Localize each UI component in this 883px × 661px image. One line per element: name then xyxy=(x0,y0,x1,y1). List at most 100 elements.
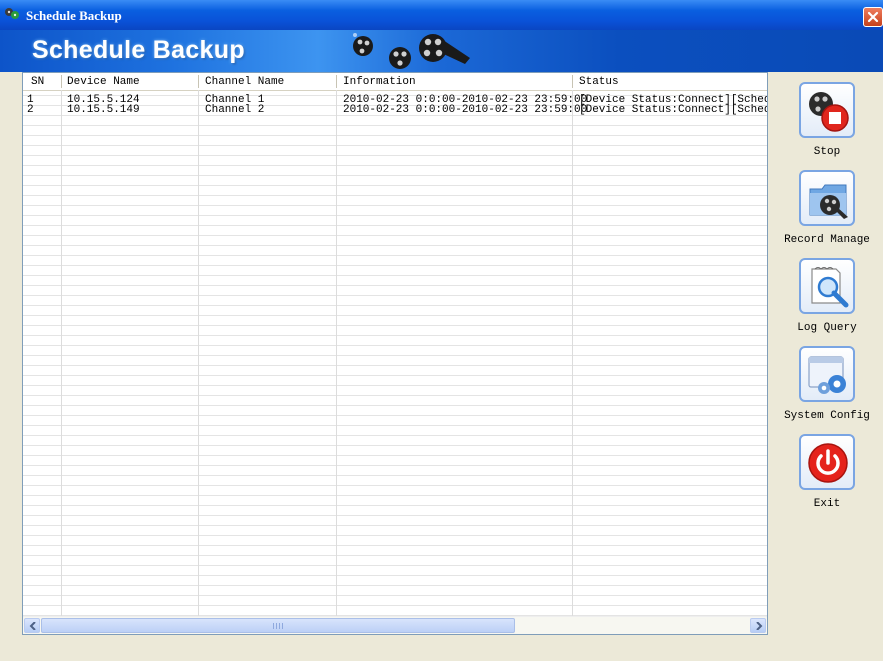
row-gridline xyxy=(23,325,767,326)
row-gridline xyxy=(23,435,767,436)
row-gridline xyxy=(23,215,767,216)
log-query-button[interactable]: Log Query xyxy=(782,258,872,334)
exit-button[interactable]: Exit xyxy=(782,434,872,510)
row-gridline xyxy=(23,445,767,446)
log-query-label: Log Query xyxy=(797,322,857,334)
column-gridline xyxy=(572,90,573,618)
column-gridline xyxy=(61,90,62,618)
row-gridline xyxy=(23,485,767,486)
row-gridline xyxy=(23,265,767,266)
row-gridline xyxy=(23,185,767,186)
row-gridline xyxy=(23,545,767,546)
row-gridline xyxy=(23,315,767,316)
exit-label: Exit xyxy=(813,498,841,510)
table-row[interactable]: 2 10.15.5.149 Channel 2 2010-02-23 0:0:0… xyxy=(23,104,767,116)
table-header: SN Device Name Channel Name Information … xyxy=(23,73,767,91)
column-header-channel-name[interactable]: Channel Name xyxy=(205,76,284,88)
column-header-sn[interactable]: SN xyxy=(31,76,44,88)
row-gridline xyxy=(23,135,767,136)
scroll-thumb[interactable] xyxy=(41,618,515,633)
chevron-right-icon xyxy=(756,622,763,630)
cell-information: 2010-02-23 0:0:00-2010-02-23 23:59:00 xyxy=(343,104,588,116)
row-gridline xyxy=(23,305,767,306)
stop-button[interactable]: Stop xyxy=(782,82,872,158)
row-gridline xyxy=(23,125,767,126)
cell-channel-name: Channel 2 xyxy=(205,104,265,116)
row-gridline xyxy=(23,425,767,426)
row-gridline xyxy=(23,495,767,496)
header-banner: Schedule Backup xyxy=(0,30,883,72)
row-gridline xyxy=(23,395,767,396)
row-gridline xyxy=(23,195,767,196)
row-gridline xyxy=(23,225,767,226)
column-header-device-name[interactable]: Device Name xyxy=(67,76,140,88)
stop-button-frame xyxy=(799,82,855,138)
record-manage-button-frame xyxy=(799,170,855,226)
row-gridline xyxy=(23,335,767,336)
stop-icon xyxy=(809,92,849,132)
row-gridline xyxy=(23,245,767,246)
row-gridline xyxy=(23,595,767,596)
row-gridline xyxy=(23,275,767,276)
column-divider[interactable] xyxy=(198,75,199,88)
column-gridline xyxy=(198,90,199,618)
column-header-status[interactable]: Status xyxy=(579,76,619,88)
app-film-icon xyxy=(5,8,19,19)
row-gridline xyxy=(23,585,767,586)
cell-device-name: 10.15.5.149 xyxy=(67,104,140,116)
row-gridline xyxy=(23,505,767,506)
column-divider[interactable] xyxy=(336,75,337,88)
row-gridline xyxy=(23,235,767,236)
row-gridline xyxy=(23,255,767,256)
row-gridline xyxy=(23,575,767,576)
record-manage-label: Record Manage xyxy=(784,234,870,246)
power-icon xyxy=(808,443,848,483)
row-gridline xyxy=(23,565,767,566)
scroll-left-button[interactable] xyxy=(24,618,40,633)
film-reels-icon xyxy=(353,33,470,69)
exit-button-frame xyxy=(799,434,855,490)
row-gridline xyxy=(23,285,767,286)
record-manage-button[interactable]: Record Manage xyxy=(782,170,872,246)
row-gridline xyxy=(23,515,767,516)
scroll-right-button[interactable] xyxy=(750,618,766,633)
horizontal-scrollbar[interactable] xyxy=(23,616,767,634)
row-gridline xyxy=(23,145,767,146)
close-icon xyxy=(867,11,879,23)
row-gridline xyxy=(23,525,767,526)
system-config-label: System Config xyxy=(784,410,870,422)
row-gridline xyxy=(23,155,767,156)
row-gridline xyxy=(23,535,767,536)
row-gridline xyxy=(23,475,767,476)
row-gridline xyxy=(23,455,767,456)
scroll-grip xyxy=(273,623,283,629)
stop-label: Stop xyxy=(813,146,841,158)
cell-sn: 2 xyxy=(27,104,34,116)
log-query-button-frame xyxy=(799,258,855,314)
row-gridline xyxy=(23,605,767,606)
row-gridline xyxy=(23,165,767,166)
column-gridline xyxy=(336,90,337,618)
row-gridline xyxy=(23,355,767,356)
record-folder-icon xyxy=(809,184,848,219)
row-gridline xyxy=(23,295,767,296)
row-gridline xyxy=(23,205,767,206)
column-divider[interactable] xyxy=(572,75,573,88)
row-gridline xyxy=(23,365,767,366)
close-button[interactable] xyxy=(863,7,883,27)
row-gridline xyxy=(23,415,767,416)
system-config-icon xyxy=(808,356,846,394)
row-gridline xyxy=(23,375,767,376)
column-divider[interactable] xyxy=(61,75,62,88)
row-gridline xyxy=(23,555,767,556)
schedule-table[interactable]: SN Device Name Channel Name Information … xyxy=(22,72,768,635)
chevron-left-icon xyxy=(29,622,36,630)
system-config-button-frame xyxy=(799,346,855,402)
column-header-information[interactable]: Information xyxy=(343,76,416,88)
row-gridline xyxy=(23,345,767,346)
row-gridline xyxy=(23,175,767,176)
window-title: Schedule Backup xyxy=(26,8,122,23)
title-bar: Schedule Backup xyxy=(0,0,883,30)
system-config-button[interactable]: System Config xyxy=(782,346,872,422)
row-gridline xyxy=(23,385,767,386)
